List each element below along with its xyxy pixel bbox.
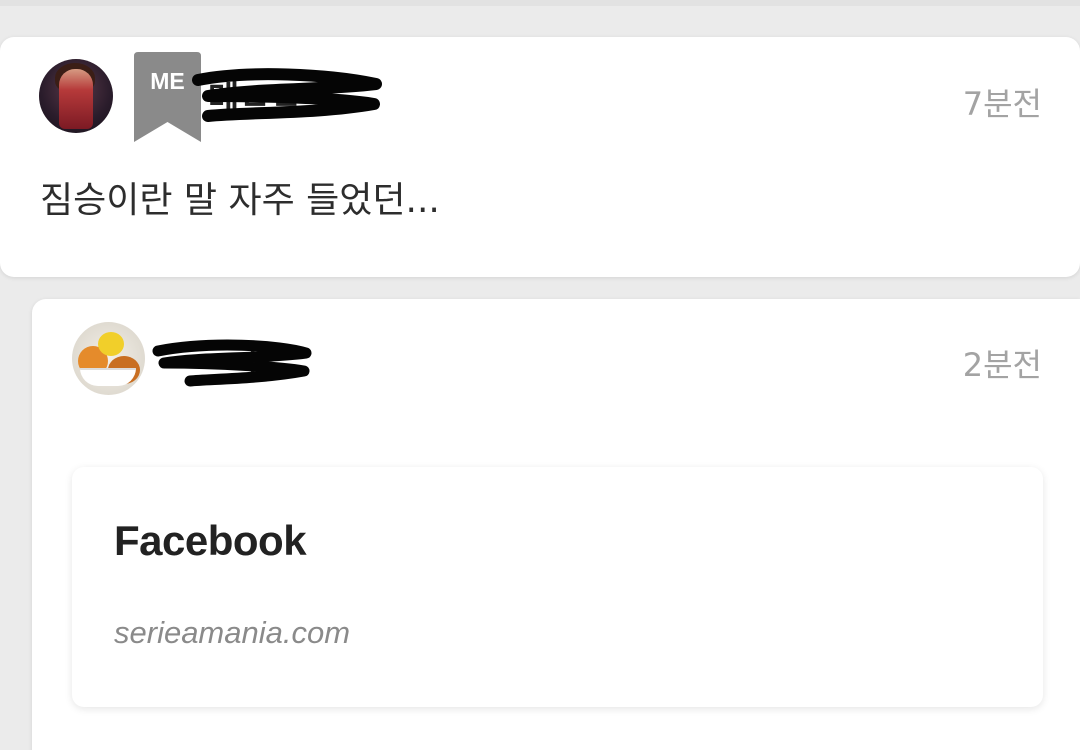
- author-avatar[interactable]: [39, 59, 113, 133]
- post-time: 7분전: [962, 85, 1042, 123]
- post-card[interactable]: ME 메ㅁㅁ 7분전 짐승이란 말 자주 들었던...: [0, 37, 1080, 277]
- link-preview-title[interactable]: Facebook: [114, 517, 307, 565]
- post-body-text[interactable]: 짐승이란 말 자주 들었던...: [40, 171, 440, 223]
- reply-card[interactable]: ㅡㅡㅏ 2분전 Facebook serieamania.com: [32, 299, 1080, 750]
- redacted-reply-username[interactable]: ㅡㅡㅏ: [150, 331, 320, 391]
- reply-author-avatar[interactable]: [72, 322, 145, 395]
- avatar-figure: [59, 69, 93, 129]
- redacted-username[interactable]: 메ㅁㅁ: [178, 62, 388, 122]
- link-preview-domain: serieamania.com: [114, 615, 351, 650]
- reply-time: 2분전: [962, 346, 1042, 384]
- link-preview-card[interactable]: Facebook serieamania.com: [72, 467, 1043, 707]
- top-divider: [0, 0, 1080, 6]
- avatar-chick: [98, 332, 124, 356]
